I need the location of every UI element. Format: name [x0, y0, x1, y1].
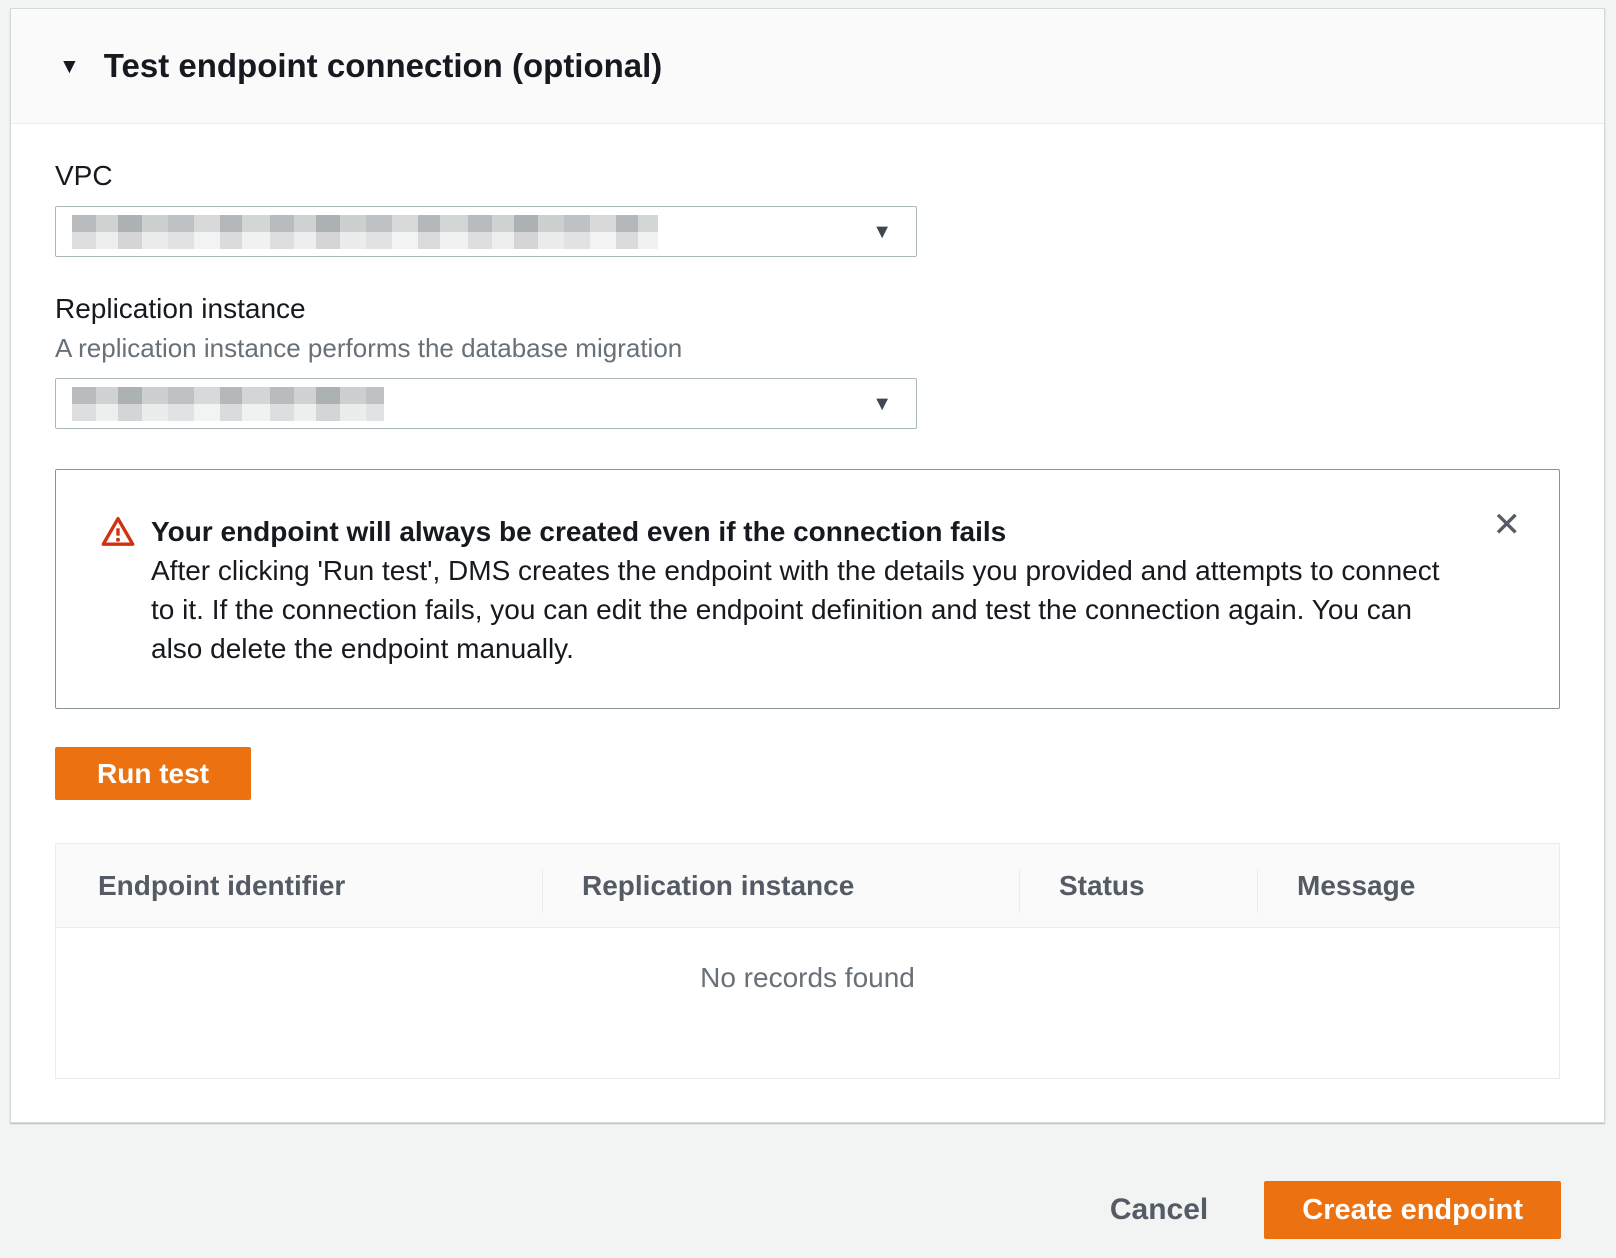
alert-body: After clicking 'Run test', DMS creates t…	[151, 551, 1451, 668]
vpc-label: VPC	[55, 160, 1560, 192]
section-header[interactable]: ▼ Test endpoint connection (optional)	[11, 9, 1604, 124]
test-endpoint-connection-panel: ▼ Test endpoint connection (optional) VP…	[10, 8, 1605, 1123]
empty-state-message: No records found	[56, 928, 1559, 1078]
section-body: VPC ▼ Replication instance A replication…	[11, 160, 1604, 1122]
replication-instance-label: Replication instance	[55, 293, 1560, 325]
close-icon[interactable]: ✕	[1489, 504, 1526, 546]
column-header-status: Status	[1019, 844, 1257, 927]
column-header-message: Message	[1257, 844, 1559, 927]
redacted-vpc-value	[72, 215, 658, 249]
section-title: Test endpoint connection (optional)	[104, 47, 663, 85]
create-endpoint-button[interactable]: Create endpoint	[1264, 1181, 1561, 1239]
cancel-button[interactable]: Cancel	[1100, 1193, 1218, 1227]
replication-instance-select[interactable]: ▼	[55, 378, 917, 429]
collapse-triangle-icon[interactable]: ▼	[59, 56, 80, 77]
column-header-endpoint-identifier: Endpoint identifier	[56, 844, 542, 927]
column-header-replication-instance: Replication instance	[542, 844, 1019, 927]
caret-down-icon: ▼	[872, 222, 892, 242]
alert-content: Your endpoint will always be created eve…	[151, 512, 1451, 668]
vpc-select[interactable]: ▼	[55, 206, 917, 257]
warning-alert: Your endpoint will always be created eve…	[55, 469, 1560, 709]
form-footer: Cancel Create endpoint	[0, 1103, 1616, 1239]
replication-instance-description: A replication instance performs the data…	[55, 333, 1560, 364]
alert-title: Your endpoint will always be created eve…	[151, 512, 1451, 551]
connection-results-table: Endpoint identifier Replication instance…	[55, 843, 1560, 1079]
run-test-button[interactable]: Run test	[55, 747, 251, 800]
redacted-replication-instance-value	[72, 387, 384, 421]
caret-down-icon: ▼	[872, 394, 892, 414]
warning-triangle-icon	[100, 515, 136, 554]
table-header-row: Endpoint identifier Replication instance…	[56, 844, 1559, 928]
